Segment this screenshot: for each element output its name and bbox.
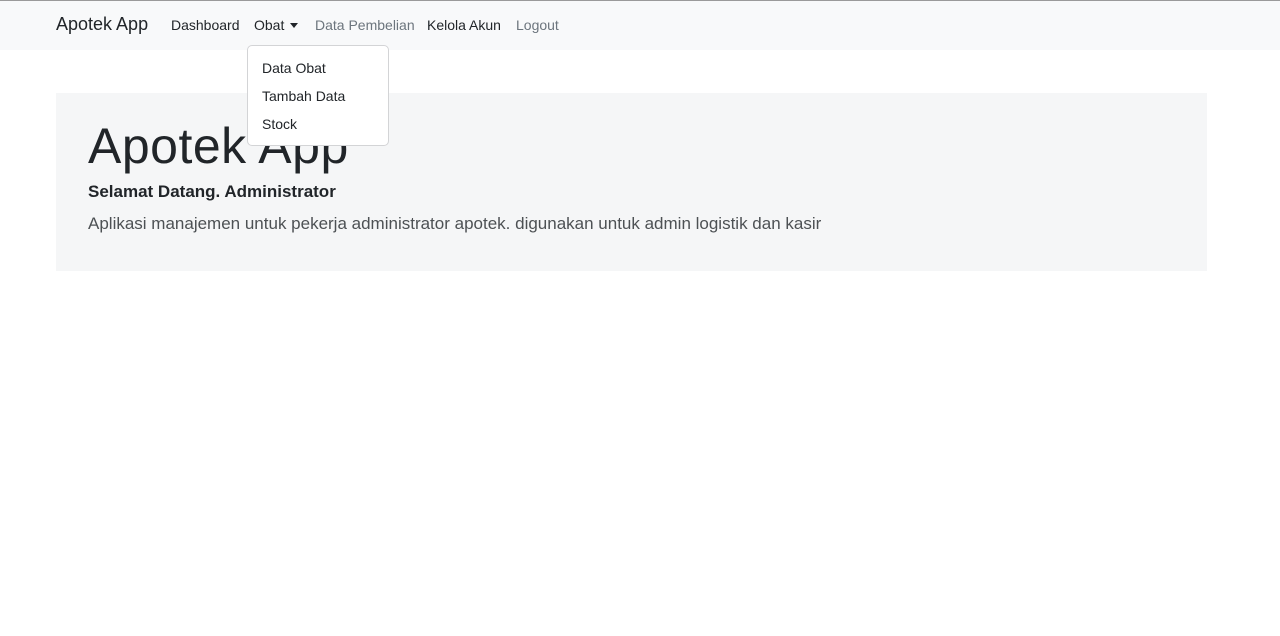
nav-dropdown-obat-label: Obat (254, 17, 285, 33)
obat-dropdown-menu: Data Obat Tambah Data Stock (247, 45, 389, 146)
navbar: Apotek App Dashboard Obat Data Pembelian… (0, 1, 1280, 50)
nav-link-dashboard[interactable]: Dashboard (171, 17, 240, 33)
nav-link-kelola-akun[interactable]: Kelola Akun (427, 17, 501, 33)
navbar-brand[interactable]: Apotek App (56, 14, 148, 35)
hero-jumbotron: Apotek App Selamat Datang. Administrator… (56, 93, 1207, 271)
caret-down-icon (290, 23, 299, 28)
dropdown-item-data-obat[interactable]: Data Obat (262, 60, 326, 76)
dropdown-item-tambah-data[interactable]: Tambah Data (262, 88, 345, 104)
nav-dropdown-obat[interactable]: Obat (254, 17, 299, 33)
nav-link-data-pembelian[interactable]: Data Pembelian (315, 17, 415, 33)
welcome-text: Selamat Datang. Administrator (88, 182, 336, 201)
hero-description: Aplikasi manajemen untuk pekerja adminis… (88, 214, 822, 233)
nav-link-logout[interactable]: Logout (516, 17, 559, 33)
dropdown-item-stock[interactable]: Stock (262, 116, 297, 132)
